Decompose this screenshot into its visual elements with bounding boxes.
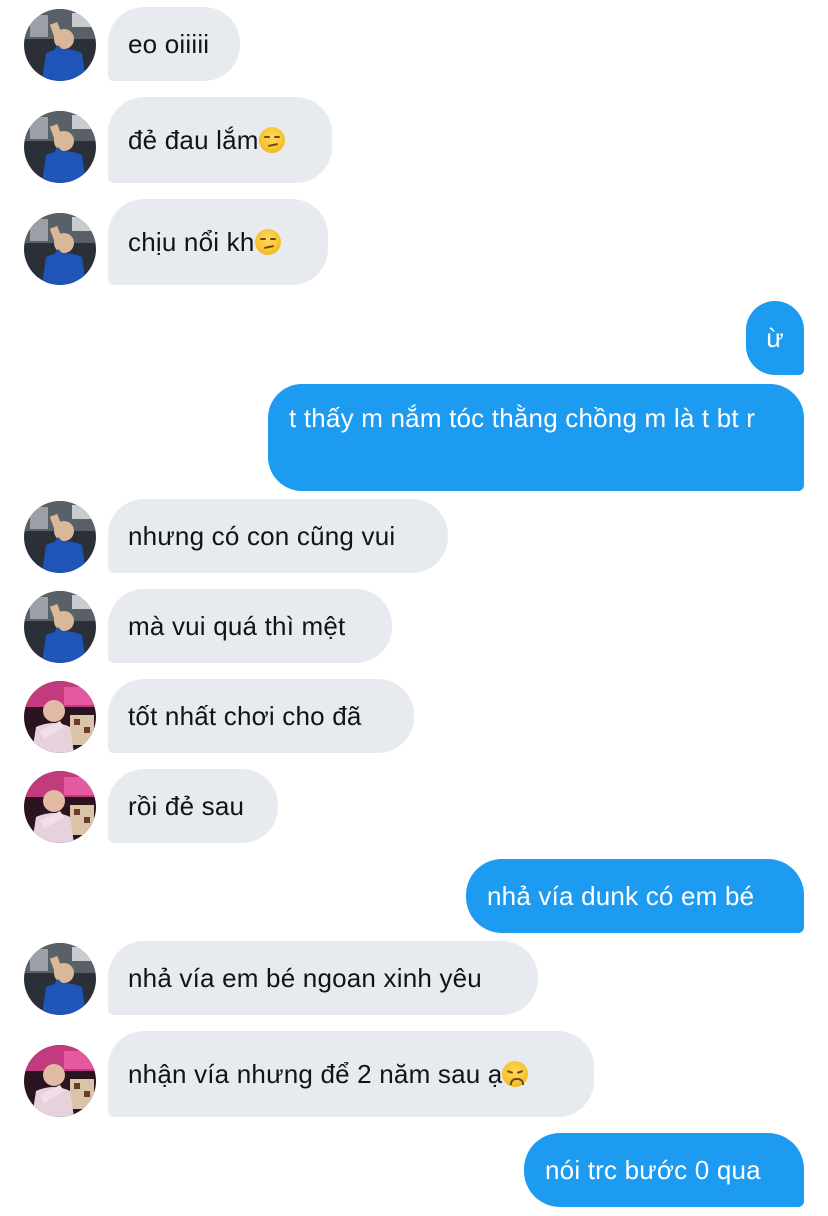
message-text: t thấy m nắm tóc thằng chồng m là t bt r (289, 403, 756, 433)
message-bubble[interactable]: tốt nhất chơi cho đã (108, 679, 414, 753)
avatar[interactable] (24, 111, 96, 183)
message-text: nhận vía nhưng để 2 năm sau ạ (128, 1059, 503, 1089)
message-bubble[interactable]: eo oiiiii (108, 7, 240, 81)
message-bubble[interactable]: nhả vía em bé ngoan xinh yêu (108, 941, 538, 1015)
message-bubble[interactable]: nhận vía nhưng để 2 năm sau ạ (108, 1031, 594, 1117)
message-bubble[interactable]: ừ (746, 301, 804, 375)
message-text: chịu nổi kh (128, 227, 255, 257)
message-text: nhả vía em bé ngoan xinh yêu (128, 963, 482, 993)
message-bubble[interactable]: nhưng có con cũng vui (108, 499, 448, 573)
message-bubble[interactable]: rồi đẻ sau (108, 769, 278, 843)
avatar[interactable] (24, 943, 96, 1015)
message-text: nhả vía dunk có em bé (487, 881, 755, 911)
message-bubble[interactable]: mà vui quá thì mệt (108, 589, 392, 663)
avatar[interactable] (24, 501, 96, 573)
smirking-face-emoji-icon (258, 127, 285, 153)
avatar[interactable] (24, 591, 96, 663)
message-bubble[interactable]: đẻ đau lắm (108, 97, 332, 183)
message-text: ừ (766, 323, 784, 353)
message-bubble[interactable]: nhả vía dunk có em bé (466, 859, 804, 933)
message-text: tốt nhất chơi cho đã (128, 701, 362, 731)
avatar[interactable] (24, 681, 96, 753)
message-text: mà vui quá thì mệt (128, 611, 346, 641)
smirking-face-emoji-icon (254, 229, 281, 255)
message-bubble[interactable]: t thấy m nắm tóc thằng chồng m là t bt r (268, 384, 804, 491)
avatar[interactable] (24, 9, 96, 81)
message-text: nhưng có con cũng vui (128, 521, 396, 551)
disappointed-face-emoji-icon (502, 1061, 529, 1087)
message-text: đẻ đau lắm (128, 125, 259, 155)
avatar[interactable] (24, 771, 96, 843)
message-bubble[interactable]: chịu nổi kh (108, 199, 328, 285)
message-text: nói trc bước 0 qua (545, 1155, 761, 1185)
avatar[interactable] (24, 1045, 96, 1117)
message-text: rồi đẻ sau (128, 791, 245, 821)
avatar[interactable] (24, 213, 96, 285)
message-text: eo oiiiii (128, 29, 210, 59)
message-bubble[interactable]: nói trc bước 0 qua (524, 1133, 804, 1207)
